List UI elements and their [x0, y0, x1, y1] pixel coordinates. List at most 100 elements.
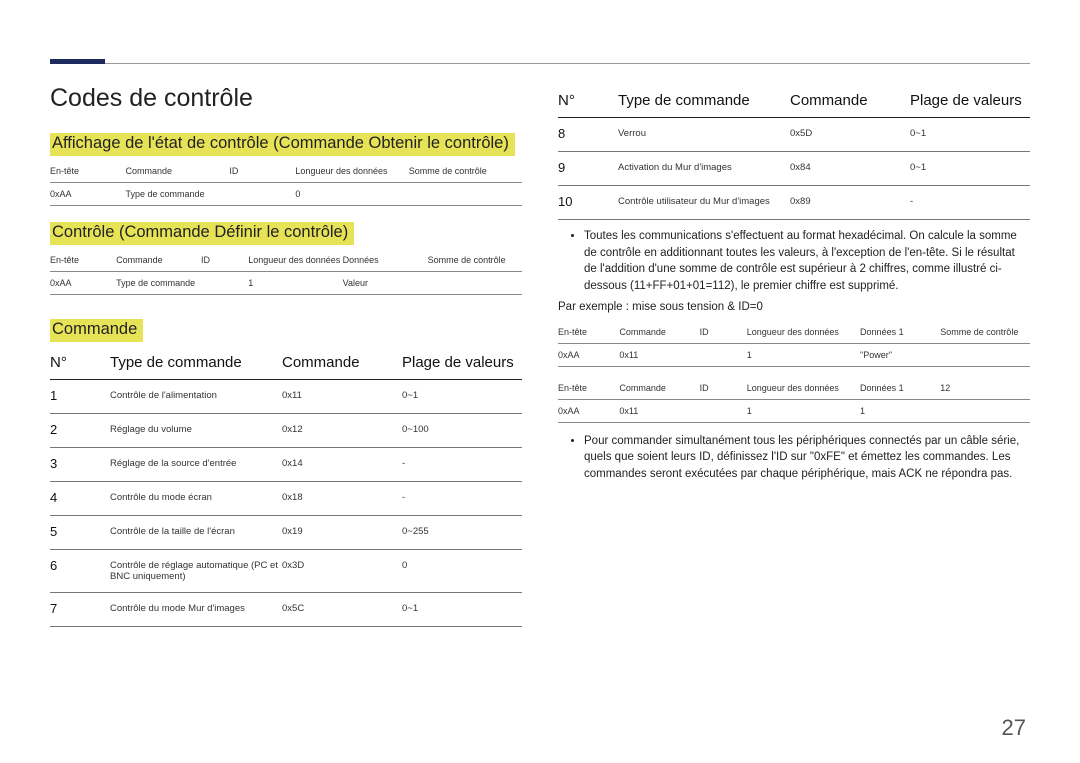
command-row: 4 Contrôle du mode écran 0x18 - — [50, 482, 522, 516]
cell-range: 0 — [402, 550, 522, 581]
cell-cmd: 0x19 — [282, 516, 402, 547]
note-item: Pour commander simultanément tous les pé… — [584, 433, 1030, 483]
th: 12 — [940, 377, 1030, 400]
cell-cmd: 0x11 — [282, 380, 402, 411]
th: En-tête — [50, 160, 126, 183]
cell-type: Contrôle du mode écran — [110, 482, 282, 513]
th: Données 1 — [860, 377, 940, 400]
example-table-1: En-tête Commande ID Longueur des données… — [558, 321, 1030, 367]
page-title: Codes de contrôle — [50, 84, 522, 113]
td — [201, 272, 248, 295]
col-type: Type de commande — [110, 346, 282, 379]
commands-header: N° Type de commande Commande Plage de va… — [50, 346, 522, 380]
cell-range: - — [402, 448, 522, 479]
th: En-tête — [558, 377, 619, 400]
td: 0xAA — [50, 272, 116, 295]
note-list: Toutes les communications s'effectuent a… — [558, 228, 1030, 295]
cell-cmd: 0x14 — [282, 448, 402, 479]
col-cmd: Commande — [282, 346, 402, 379]
td: 1 — [860, 399, 940, 422]
cell-no: 8 — [558, 118, 618, 151]
td — [700, 343, 747, 366]
cell-type: Activation du Mur d'images — [618, 152, 790, 183]
td: 0xAA — [558, 399, 619, 422]
table-set-control: En-tête Commande ID Longueur des données… — [50, 249, 522, 295]
col-no: N° — [50, 346, 110, 379]
command-row: 8 Verrou 0x5D 0~1 — [558, 118, 1030, 152]
td: "Power" — [860, 343, 940, 366]
cell-type: Contrôle utilisateur du Mur d'images — [618, 186, 790, 217]
note-list-2: Pour commander simultanément tous les pé… — [558, 433, 1030, 483]
cell-no: 10 — [558, 186, 618, 219]
th: Commande — [619, 377, 699, 400]
section-heading-commande: Commande — [50, 319, 143, 342]
cell-cmd: 0x84 — [790, 152, 910, 183]
cell-no: 9 — [558, 152, 618, 185]
td: 1 — [747, 399, 860, 422]
cell-type: Contrôle de la taille de l'écran — [110, 516, 282, 547]
th: Données — [343, 249, 428, 272]
td: 0 — [295, 183, 408, 206]
td: Type de commande — [116, 272, 201, 295]
cell-no: 7 — [50, 593, 110, 626]
section-heading-set: Contrôle (Commande Définir le contrôle) — [50, 222, 354, 245]
cell-range: 0~1 — [910, 152, 1030, 183]
cell-cmd: 0x5C — [282, 593, 402, 624]
commands-table-left: N° Type de commande Commande Plage de va… — [50, 346, 522, 627]
col-range: Plage de valeurs — [910, 84, 1030, 117]
col-no: N° — [558, 84, 618, 117]
col-type: Type de commande — [618, 84, 790, 117]
th: Données 1 — [860, 321, 940, 344]
page-number: 27 — [1002, 715, 1026, 741]
command-row: 5 Contrôle de la taille de l'écran 0x19 … — [50, 516, 522, 550]
th: Somme de contrôle — [409, 160, 522, 183]
cell-range: - — [910, 186, 1030, 217]
th: Longueur des données — [295, 160, 408, 183]
col-range: Plage de valeurs — [402, 346, 522, 379]
example-table-2: En-tête Commande ID Longueur des données… — [558, 377, 1030, 423]
th: En-tête — [50, 249, 116, 272]
td: Type de commande — [126, 183, 230, 206]
cell-cmd: 0x89 — [790, 186, 910, 217]
th: Longueur des données — [747, 377, 860, 400]
td: 0xAA — [50, 183, 126, 206]
cell-cmd: 0x5D — [790, 118, 910, 149]
command-row: 6 Contrôle de réglage automatique (PC et… — [50, 550, 522, 593]
cell-range: 0~100 — [402, 414, 522, 445]
command-row: 1 Contrôle de l'alimentation 0x11 0~1 — [50, 380, 522, 414]
table-get-control: En-tête Commande ID Longueur des données… — [50, 160, 522, 206]
commands-header: N° Type de commande Commande Plage de va… — [558, 84, 1030, 118]
th: Commande — [126, 160, 230, 183]
th: En-tête — [558, 321, 619, 344]
td — [940, 343, 1030, 366]
td: 1 — [248, 272, 342, 295]
header-rule — [50, 40, 1030, 64]
section-heading-get: Affichage de l'état de contrôle (Command… — [50, 133, 515, 156]
td: 1 — [747, 343, 860, 366]
cell-type: Réglage de la source d'entrée — [110, 448, 282, 479]
cell-no: 4 — [50, 482, 110, 515]
col-cmd: Commande — [790, 84, 910, 117]
header-accent — [50, 59, 105, 64]
td — [229, 183, 295, 206]
cell-range: 0~1 — [402, 380, 522, 411]
cell-range: 0~1 — [910, 118, 1030, 149]
cell-cmd: 0x3D — [282, 550, 402, 581]
td — [940, 399, 1030, 422]
cell-no: 2 — [50, 414, 110, 447]
th: ID — [700, 377, 747, 400]
cell-range: - — [402, 482, 522, 513]
cell-type: Contrôle du mode Mur d'images — [110, 593, 282, 624]
td: 0x11 — [619, 399, 699, 422]
th: Longueur des données — [747, 321, 860, 344]
td — [409, 183, 522, 206]
th: Somme de contrôle — [428, 249, 522, 272]
command-row: 7 Contrôle du mode Mur d'images 0x5C 0~1 — [50, 593, 522, 627]
cell-cmd: 0x12 — [282, 414, 402, 445]
cell-cmd: 0x18 — [282, 482, 402, 513]
right-column: N° Type de commande Commande Plage de va… — [558, 84, 1030, 627]
cell-type: Contrôle de réglage automatique (PC et B… — [110, 550, 282, 592]
command-row: 9 Activation du Mur d'images 0x84 0~1 — [558, 152, 1030, 186]
cell-no: 3 — [50, 448, 110, 481]
commands-table-right: N° Type de commande Commande Plage de va… — [558, 84, 1030, 220]
